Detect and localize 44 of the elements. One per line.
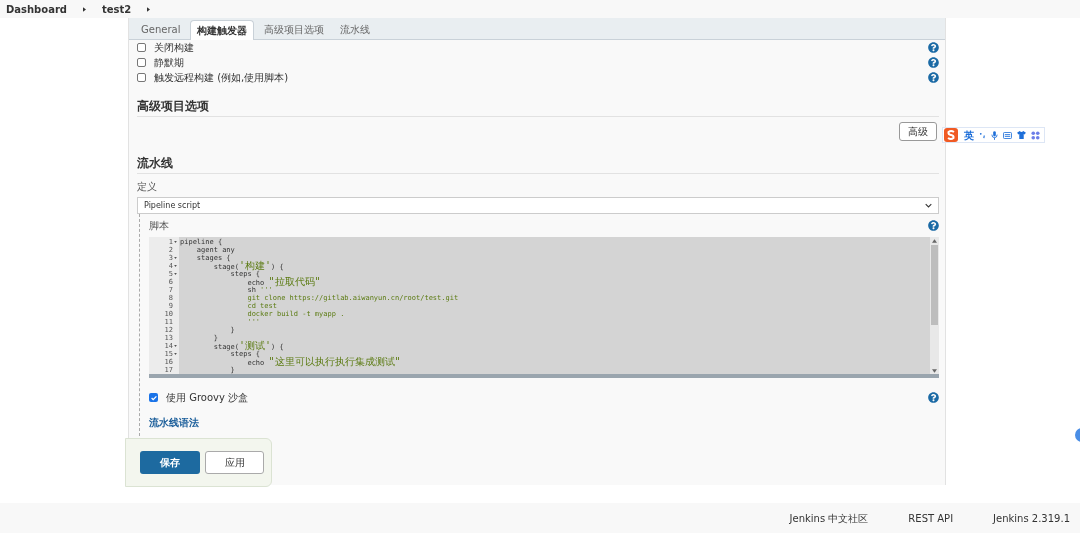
scroll-down-icon[interactable] — [932, 369, 937, 373]
checkbox[interactable] — [137, 73, 146, 82]
checkbox-label: 使用 Groovy 沙盒 — [166, 391, 249, 405]
microphone-icon[interactable] — [991, 130, 998, 140]
apps-icon[interactable] — [1031, 130, 1040, 140]
tab[interactable]: 构建触发器 — [190, 20, 255, 40]
help-icon[interactable] — [928, 72, 939, 83]
field-label: 定义 — [137, 180, 158, 194]
caret-icon[interactable] — [147, 6, 151, 12]
footer-link[interactable]: Jenkins 中文社区 — [789, 510, 869, 526]
section-heading: 高级项目选项 — [137, 98, 210, 115]
section-heading: 流水线 — [137, 155, 174, 172]
shirt-icon[interactable] — [1017, 131, 1026, 139]
keyboard-icon[interactable] — [1003, 131, 1012, 139]
checkbox[interactable] — [149, 393, 158, 402]
checkbox-label: 关闭构建 — [154, 41, 194, 55]
syntax-link[interactable]: 流水线语法 — [149, 415, 939, 430]
caret-icon[interactable] — [83, 6, 86, 12]
save-button[interactable]: 保存 — [140, 451, 200, 474]
tab[interactable]: General — [135, 19, 187, 39]
help-icon[interactable] — [928, 57, 939, 68]
scroll-up-icon[interactable] — [932, 239, 937, 243]
footer-link[interactable]: Jenkins 2.319.1 — [993, 510, 1070, 526]
checkbox-label: 静默期 — [154, 56, 184, 70]
tab[interactable]: 高级项目选项 — [258, 19, 331, 39]
advanced-button[interactable]: 高级 — [899, 122, 937, 141]
scrollbar-thumb[interactable] — [931, 245, 938, 325]
checkbox[interactable] — [137, 43, 146, 52]
punctuation-icon[interactable] — [979, 131, 986, 139]
field-label: 脚本 — [149, 219, 169, 233]
breadcrumb-link[interactable]: test2 — [102, 1, 132, 17]
checkbox[interactable] — [137, 58, 146, 67]
breadcrumb-link[interactable]: Dashboard — [6, 1, 67, 17]
language-indicator[interactable]: 英 — [964, 127, 974, 143]
apply-button[interactable]: 应用 — [205, 451, 264, 474]
chevron-icon — [925, 203, 932, 208]
help-icon[interactable] — [928, 392, 939, 403]
definition-select[interactable]: Pipeline script — [137, 197, 939, 214]
checkbox-label: 触发远程构建 (例如,使用脚本) — [154, 71, 289, 85]
logo-icon[interactable] — [943, 127, 959, 143]
footer-link[interactable]: REST API — [908, 510, 954, 526]
tab[interactable]: 流水线 — [334, 19, 377, 39]
help-icon[interactable] — [928, 42, 939, 53]
help-icon[interactable] — [928, 220, 939, 231]
